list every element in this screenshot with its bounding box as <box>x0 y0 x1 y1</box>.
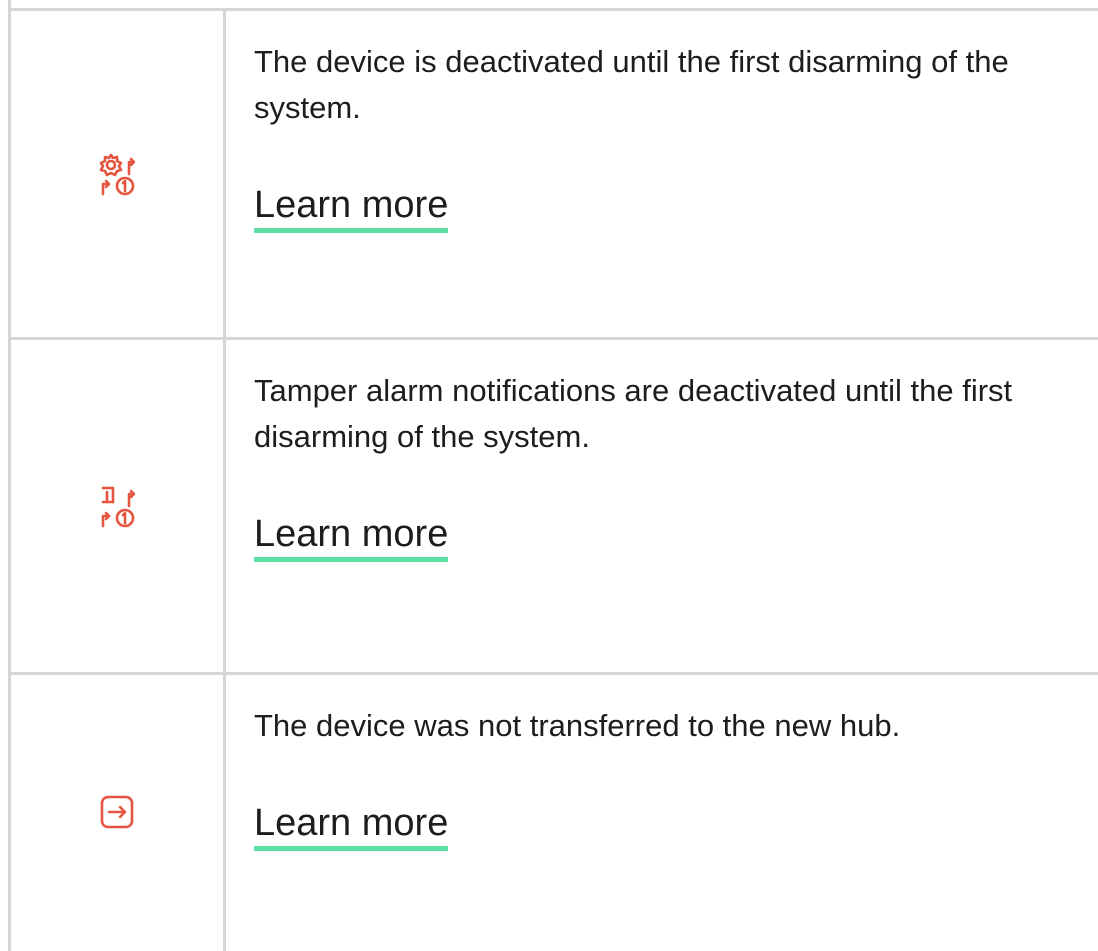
learn-more-link[interactable]: Learn more <box>254 183 449 233</box>
icon-cell <box>8 11 226 337</box>
text-cell: Tamper alarm notifications are deactivat… <box>226 340 1098 672</box>
row-description: Tamper alarm notifications are deactivat… <box>254 373 1013 454</box>
tamper-first-disarm-icon <box>93 482 141 530</box>
icon-cell <box>8 675 226 951</box>
transfer-arrow-icon <box>100 795 134 829</box>
table-row: The device was not transferred to the ne… <box>8 675 1098 951</box>
status-table: The device is deactivated until the firs… <box>0 0 1098 951</box>
learn-more-link[interactable]: Learn more <box>254 512 449 562</box>
row-description: The device is deactivated until the firs… <box>254 44 1009 125</box>
table-row: Tamper alarm notifications are deactivat… <box>8 340 1098 672</box>
text-cell: The device is deactivated until the firs… <box>226 11 1098 337</box>
gear-first-disarm-icon <box>93 150 141 198</box>
table-row: The device is deactivated until the firs… <box>8 11 1098 337</box>
text-cell: The device was not transferred to the ne… <box>226 675 1098 951</box>
learn-more-link[interactable]: Learn more <box>254 801 449 851</box>
icon-cell <box>8 340 226 672</box>
row-description: The device was not transferred to the ne… <box>254 708 901 743</box>
